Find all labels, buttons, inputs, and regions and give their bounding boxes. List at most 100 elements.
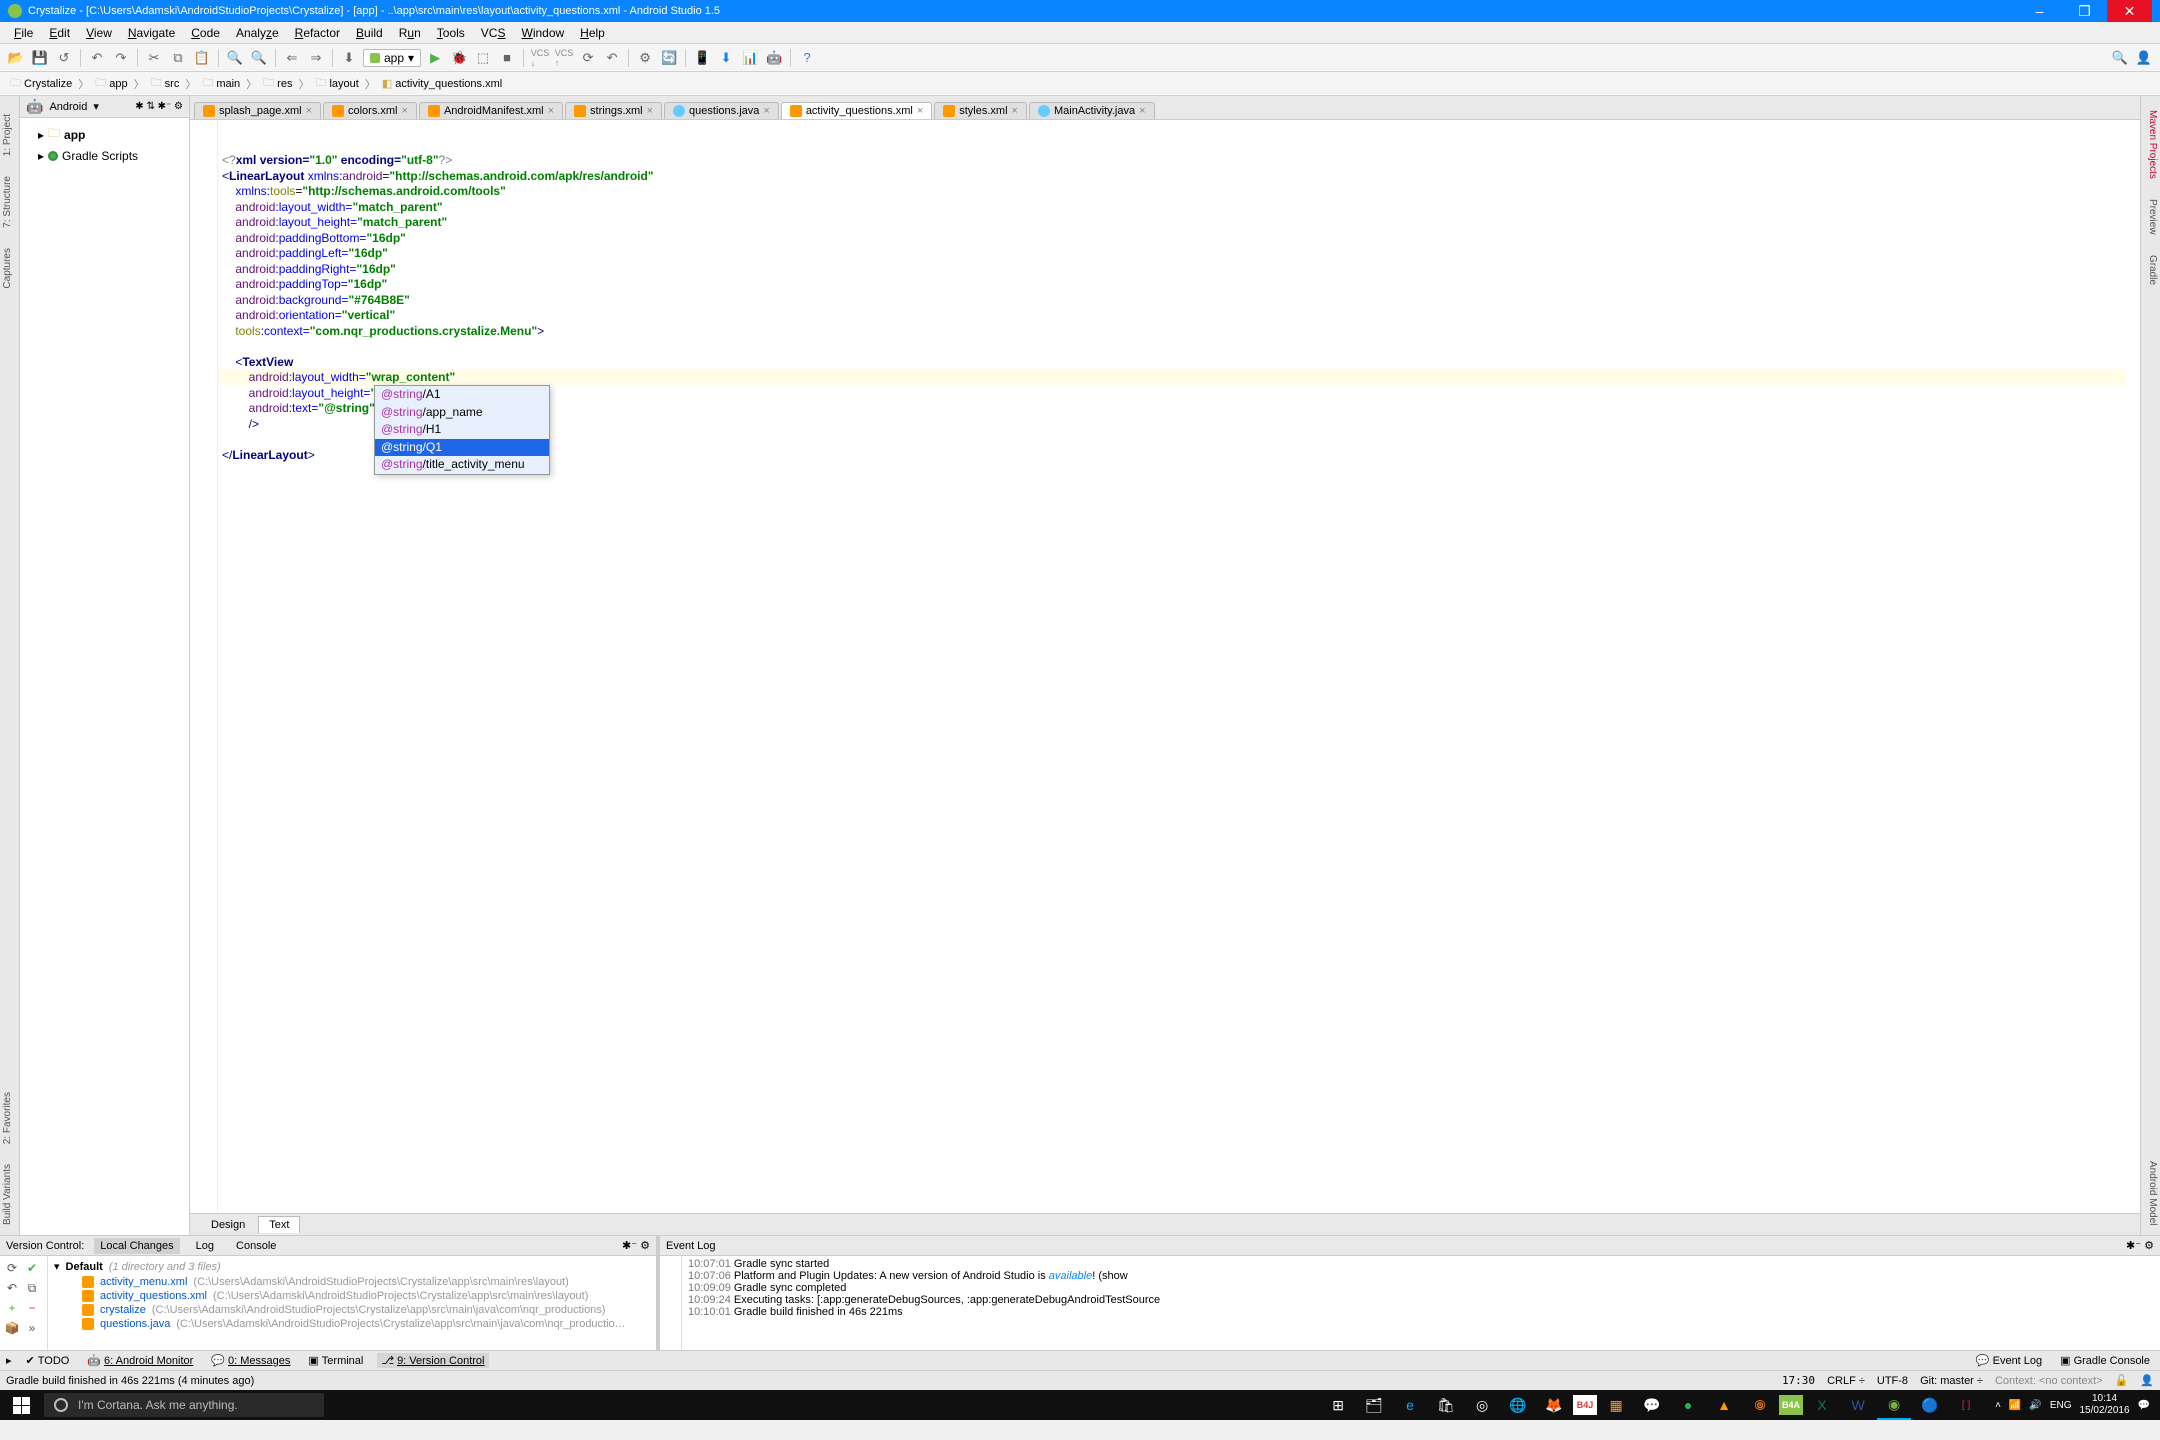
changed-file[interactable]: crystalize (C:\Users\Adamski\AndroidStud… [54,1303,650,1317]
project-mode-combo[interactable]: Android [49,101,87,113]
open-icon[interactable]: 📂 [6,48,26,68]
volume-icon[interactable]: 🔊 [2029,1400,2041,1411]
project-tree[interactable]: ▸ 🗀 app ▸ Gradle Scripts [20,118,189,169]
side-tab-captures[interactable]: Captures [0,238,19,299]
debug-icon[interactable]: 🐞 [449,48,469,68]
store-icon[interactable]: 🛍 [1429,1390,1463,1420]
excel-icon[interactable]: X [1805,1390,1839,1420]
autocomplete-item[interactable]: @string/A1 [375,386,549,404]
vc-file-list[interactable]: ▾ Default (1 directory and 3 files) acti… [48,1256,656,1350]
forward-icon[interactable]: ⇒ [306,48,326,68]
vc-tab-console[interactable]: Console [230,1238,282,1254]
code-editor[interactable]: <?xml version="1.0" encoding="utf-8"?> <… [218,120,2140,1213]
b4a-icon[interactable]: B4A [1779,1395,1803,1415]
minimize-button[interactable]: – [2017,0,2062,22]
close-icon[interactable]: × [402,105,408,117]
side-tab-structure[interactable]: 7: Structure [0,166,19,238]
project-struct-icon[interactable]: ⚙ [635,48,655,68]
gear-icon[interactable]: ✱⁻ ⚙ [622,1239,650,1252]
crumb[interactable]: 🗀layout [311,73,362,94]
tree-item-gradle-scripts[interactable]: ▸ Gradle Scripts [24,147,185,165]
tab-text[interactable]: Text [258,1216,300,1233]
menu-run[interactable]: Run [391,24,429,42]
close-icon[interactable]: × [306,105,312,117]
event-log-body[interactable]: 10:07:01 Gradle sync started10:07:06 Pla… [682,1256,2160,1350]
close-icon[interactable]: × [917,105,923,117]
gear-icon[interactable]: ✱⁻ ⚙ [2126,1239,2154,1252]
menu-edit[interactable]: Edit [41,24,78,42]
editor-tab[interactable]: AndroidManifest.xml × [419,102,563,119]
close-icon[interactable]: × [647,105,653,117]
close-icon[interactable]: × [548,105,554,117]
help-icon[interactable]: ? [797,48,817,68]
menu-refactor[interactable]: Refactor [287,24,348,42]
back-icon[interactable]: ⇐ [282,48,302,68]
xampp-icon[interactable]: 🞋 [1743,1390,1777,1420]
system-tray[interactable]: ˄ 📶 🔊 ENG 10:14 15/02/2016 💬 [1989,1393,2156,1417]
undo-icon[interactable]: ↶ [87,48,107,68]
revert-icon[interactable]: ↶ [602,48,622,68]
bt-version-control[interactable]: ⎇ 9: Version Control [377,1353,488,1368]
bt-todo[interactable]: ✔ TODO [22,1353,74,1368]
whatsapp-icon[interactable]: 💬 [1635,1390,1669,1420]
side-tab-build-variants[interactable]: Build Variants [0,1154,19,1235]
gimp-icon[interactable]: 🦊 [1537,1390,1571,1420]
bt-gradle-console[interactable]: ▣ Gradle Console [2056,1353,2154,1368]
ddms-icon[interactable]: 🤖 [764,48,784,68]
editor-tab[interactable]: MainActivity.java × [1029,102,1155,119]
editor-tab[interactable]: strings.xml × [565,102,662,119]
add-icon[interactable]: + [3,1299,21,1317]
crumb[interactable]: 🗀app [91,73,131,94]
tray-chevron-icon[interactable]: ˄ [1995,1400,2001,1411]
autocomplete-item[interactable]: @string/title_activity_menu [375,456,549,474]
android-studio-icon[interactable]: ◉ [1877,1390,1911,1420]
editor-tab[interactable]: splash_page.xml × [194,102,321,119]
changelist-default[interactable]: ▾ Default (1 directory and 3 files) [54,1258,650,1275]
gutter[interactable] [190,120,218,1213]
editor-tab[interactable]: styles.xml × [934,102,1027,119]
menu-help[interactable]: Help [572,24,613,42]
start-button[interactable] [4,1390,38,1420]
side-tab-preview[interactable]: Preview [2141,189,2160,245]
word-icon[interactable]: W [1841,1390,1875,1420]
battlenet-icon[interactable]: 🌐 [1501,1390,1535,1420]
editor-tab[interactable]: colors.xml × [323,102,417,119]
replace-icon[interactable]: 🔍 [249,48,269,68]
commit-icon[interactable]: ✔ [23,1259,41,1277]
run-config-combo[interactable]: app ▾ [363,49,421,67]
vcs-commit-icon[interactable]: VCS↑ [554,48,574,68]
bt-terminal[interactable]: ▣ Terminal [304,1353,367,1368]
close-button[interactable]: ✕ [2107,0,2152,22]
close-icon[interactable]: × [1012,105,1018,117]
revert-icon[interactable]: ↶ [3,1279,21,1297]
avd-icon[interactable]: 📱 [692,48,712,68]
changed-file[interactable]: activity_questions.xml (C:\Users\Adamski… [54,1289,650,1303]
crumb[interactable]: ◧activity_questions.xml [378,76,506,91]
user-icon[interactable]: 👤 [2134,48,2154,68]
save-icon[interactable]: 💾 [30,48,50,68]
network-icon[interactable]: 📶 [2009,1400,2021,1411]
vcs-update-icon[interactable]: VCS↓ [530,48,550,68]
close-icon[interactable]: × [1139,105,1145,117]
spotify-icon[interactable]: ● [1671,1390,1705,1420]
remove-icon[interactable]: − [23,1299,41,1317]
run-icon[interactable]: ▶ [425,48,445,68]
copy-icon[interactable]: ⧉ [168,48,188,68]
hector-icon[interactable]: 👤 [2140,1374,2154,1387]
app-icon[interactable]: ▦ [1599,1390,1633,1420]
menu-build[interactable]: Build [348,24,391,42]
tab-design[interactable]: Design [200,1216,256,1234]
crumb[interactable]: 🗀src [147,73,184,94]
chevron-down-icon[interactable]: ▾ [93,100,99,113]
side-tab-favorites[interactable]: 2: Favorites [0,1082,19,1154]
menu-vcs[interactable]: VCS [473,24,514,42]
history-icon[interactable]: ⟳ [578,48,598,68]
editor-tab[interactable]: activity_questions.xml × [781,102,932,119]
crumb[interactable]: 🗀main [198,73,244,94]
attach-icon[interactable]: ⬚ [473,48,493,68]
bt-android[interactable]: 🤖 6: Android Monitor [83,1353,197,1368]
close-icon[interactable]: × [763,105,769,117]
cortana-search[interactable]: I'm Cortana. Ask me anything. [44,1393,324,1417]
bt-messages[interactable]: 💬 0: Messages [207,1353,294,1368]
refresh-icon[interactable]: ⟳ [3,1259,21,1277]
